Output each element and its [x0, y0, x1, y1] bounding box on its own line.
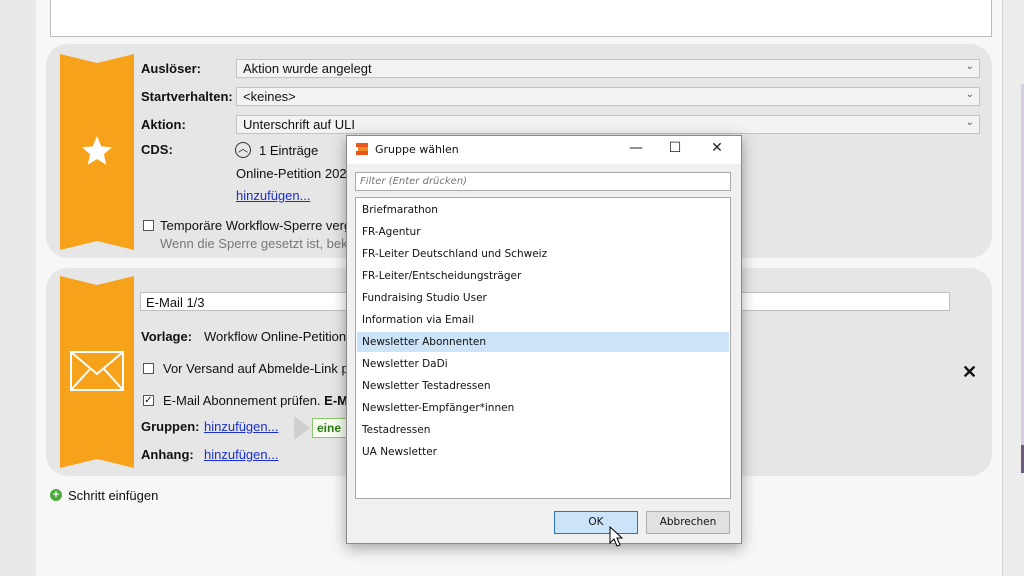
group-list-item[interactable]: FR-Leiter/Entscheidungsträger	[357, 266, 729, 286]
dialog-title: Gruppe wählen	[375, 143, 459, 156]
unsubscribe-check-label: Vor Versand auf Abmelde-Link p	[163, 361, 349, 376]
trigger-select[interactable]: Aktion wurde angelegt ⌄	[236, 59, 980, 78]
attachment-label: Anhang:	[141, 447, 194, 462]
group-list-item[interactable]: FR-Agentur	[357, 222, 729, 242]
groups-add-link[interactable]: hinzufügen...	[204, 419, 278, 434]
trigger-select-value: Aktion wurde angelegt	[243, 61, 372, 76]
group-select-dialog: Gruppe wählen — ☐ ✕ BriefmarathonFR-Agen…	[346, 135, 742, 544]
unsubscribe-check-checkbox[interactable]	[143, 363, 154, 374]
cds-label: CDS:	[141, 142, 173, 157]
group-list-item[interactable]: Newsletter Abonnenten	[357, 332, 729, 352]
template-label: Vorlage:	[141, 329, 193, 344]
dialog-titlebar[interactable]: Gruppe wählen — ☐ ✕	[347, 136, 741, 164]
group-list-item[interactable]: FR-Leiter Deutschland und Schweiz	[357, 244, 729, 264]
star-icon	[82, 136, 112, 165]
close-icon[interactable]: ✕	[706, 140, 728, 156]
group-list[interactable]: Briefmarathon FR-Agentur FR-Leiter Deutsch…	[355, 197, 731, 499]
cds-add-link[interactable]: hinzufügen...	[236, 188, 310, 203]
start-behavior-select[interactable]: <keines> ⌄	[236, 87, 980, 106]
trigger-label: Auslöser:	[141, 61, 201, 76]
group-list-item[interactable]: Newsletter-Empfänger*innen	[357, 398, 729, 418]
group-list-item[interactable]: Newsletter DaDi	[357, 354, 729, 374]
group-list-item[interactable]: Information via Email	[357, 310, 729, 330]
start-behavior-label: Startverhalten:	[141, 89, 233, 104]
mouse-cursor-icon	[609, 526, 623, 547]
plus-circle-icon[interactable]: +	[50, 489, 62, 501]
attachment-add-link[interactable]: hinzufügen...	[204, 447, 278, 462]
group-list-item[interactable]: UA Newsletter	[357, 442, 729, 462]
email-step-title-value: E-Mail 1/3	[146, 295, 205, 310]
cancel-button[interactable]: Abbrechen	[646, 511, 730, 534]
maximize-icon[interactable]: ☐	[664, 140, 686, 156]
subscription-check-text: E-Mail Abonnement prüfen.	[163, 393, 321, 408]
workflow-lock-checkbox[interactable]	[143, 220, 154, 231]
template-value: Workflow Online-Petition	[204, 329, 347, 344]
group-tag: eine	[312, 418, 348, 438]
app-icon	[356, 143, 368, 155]
cds-entry: Online-Petition 202	[236, 166, 347, 181]
minimize-icon[interactable]: —	[625, 140, 647, 156]
group-list-item[interactable]: Fundraising Studio User	[357, 288, 729, 308]
workflow-lock-label: Temporäre Workflow-Sperre verg	[160, 218, 352, 233]
action-select-value: Unterschrift auf ULI	[243, 117, 355, 132]
groups-label: Gruppen:	[141, 419, 200, 434]
envelope-icon	[70, 351, 124, 391]
group-list-item[interactable]: Briefmarathon	[357, 200, 729, 220]
collapse-icon[interactable]: ︿	[235, 142, 251, 158]
subscription-check-checkbox[interactable]: ✓	[143, 395, 154, 406]
subscription-check-label: E-Mail Abonnement prüfen. E-M	[163, 393, 348, 408]
chevron-down-icon: ⌄	[965, 61, 974, 72]
previous-step-box	[50, 0, 992, 37]
start-behavior-value: <keines>	[243, 89, 296, 104]
right-scroll-strip[interactable]	[1002, 0, 1024, 576]
group-list-item[interactable]: Testadressen	[357, 420, 729, 440]
workflow-lock-hint: Wenn die Sperre gesetzt ist, bek	[160, 236, 348, 251]
group-list-item[interactable]: Newsletter Testadressen	[357, 376, 729, 396]
chevron-down-icon: ⌄	[965, 89, 974, 100]
subscription-check-bold: E-M	[324, 393, 349, 408]
cds-count: 1 Einträge	[259, 143, 319, 158]
chevron-down-icon: ⌄	[965, 117, 974, 128]
filter-input[interactable]	[355, 172, 731, 191]
add-step-link[interactable]: Schritt einfügen	[68, 488, 158, 503]
close-icon[interactable]: ✕	[962, 362, 977, 383]
action-select[interactable]: Unterschrift auf ULI ⌄	[236, 115, 980, 134]
ok-button[interactable]: OK	[554, 511, 638, 534]
action-label: Aktion:	[141, 117, 186, 132]
